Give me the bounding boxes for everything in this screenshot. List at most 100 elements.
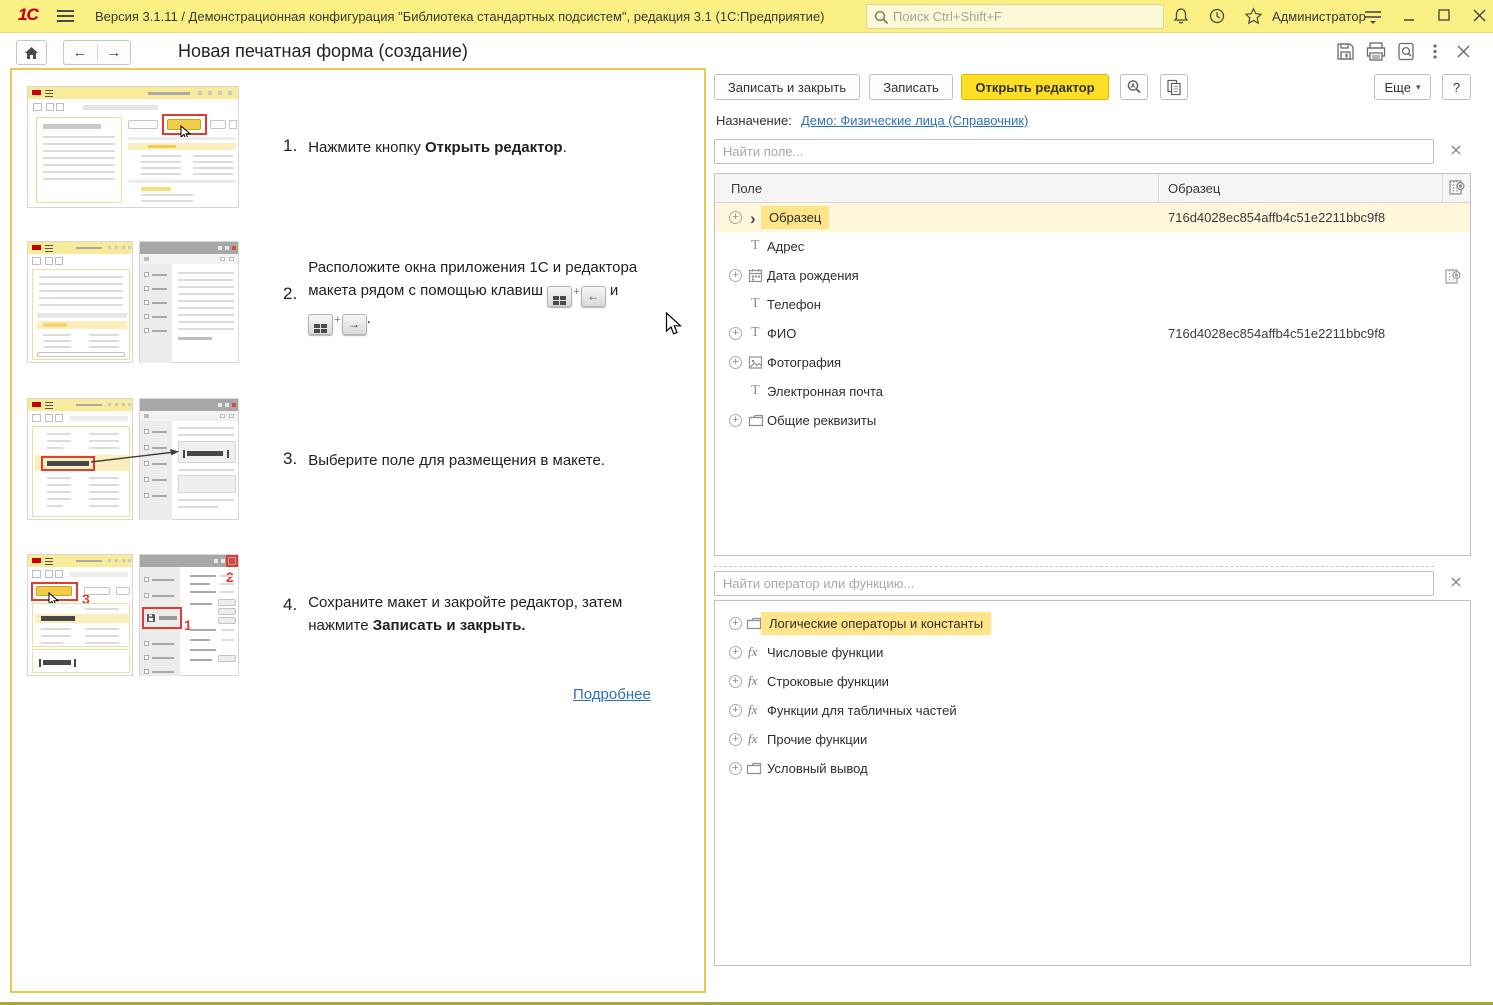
step-text-bold: Записать и закрыть. xyxy=(373,617,526,634)
table-settings-icon[interactable] xyxy=(1448,179,1466,200)
list-item[interactable]: Логические операторы и константы xyxy=(715,609,1470,638)
table-row[interactable]: Общие реквизиты xyxy=(715,406,1470,435)
highlight-box xyxy=(31,582,78,601)
step-text: Выберите поле для размещения в макете. xyxy=(308,449,700,472)
function-search-box xyxy=(714,571,1434,596)
function-group-name: Логические операторы и константы xyxy=(761,612,991,635)
more-details-link[interactable]: Подробнее xyxy=(573,686,651,703)
folder-icon xyxy=(746,616,762,630)
1c-logo-icon: 1С xyxy=(18,5,38,25)
column-header-field[interactable]: Поле xyxy=(731,181,762,196)
table-row[interactable]: Дата рождения xyxy=(715,261,1470,290)
copy-icon xyxy=(1166,79,1182,96)
expand-icon[interactable] xyxy=(729,762,742,775)
expand-icon[interactable] xyxy=(729,269,742,282)
save-button[interactable]: Записать xyxy=(869,74,953,100)
minimize-button[interactable] xyxy=(1398,6,1420,26)
fields-table-header: Поле Образец xyxy=(715,174,1470,203)
expand-icon[interactable] xyxy=(729,327,742,340)
favorites-star-icon[interactable] xyxy=(1244,7,1264,27)
field-name: ФИО xyxy=(767,326,796,341)
field-name: Телефон xyxy=(767,297,821,312)
text-type-icon xyxy=(751,238,760,254)
save-and-close-button[interactable]: Записать и закрыть xyxy=(714,74,860,100)
table-row[interactable]: ФИО 716d4028ec854affb4c51e2211bbc9f8 xyxy=(715,319,1470,348)
open-editor-button[interactable]: Открыть редактор xyxy=(961,74,1109,100)
expand-icon[interactable] xyxy=(729,704,742,717)
back-button[interactable]: ← xyxy=(64,44,98,61)
list-item[interactable]: Строковые функции xyxy=(715,667,1470,696)
more-commands-icon[interactable] xyxy=(1432,42,1442,64)
function-fx-icon xyxy=(748,644,757,660)
function-group-name: Функции для табличных частей xyxy=(767,703,957,718)
column-header-sample[interactable]: Образец xyxy=(1168,181,1220,196)
expand-icon[interactable] xyxy=(729,414,742,427)
list-item[interactable]: Прочие функции xyxy=(715,725,1470,754)
nav-group: ← → xyxy=(63,40,131,65)
step-1: 1. Нажмите кнопку Открыть редактор. xyxy=(283,136,700,159)
text-type-icon xyxy=(751,296,760,312)
step-number: 4. xyxy=(283,591,297,638)
image-icon xyxy=(748,355,763,370)
expand-icon[interactable] xyxy=(729,646,742,659)
functions-list: Логические операторы и константы Числовы… xyxy=(714,600,1471,966)
list-item[interactable]: Условный вывод xyxy=(715,754,1470,783)
step-3-thumbnail xyxy=(27,398,239,520)
search-icon xyxy=(874,10,889,25)
expand-icon[interactable] xyxy=(729,211,742,224)
notifications-bell-icon[interactable] xyxy=(1172,7,1192,27)
close-window-button[interactable] xyxy=(1468,6,1490,26)
list-item[interactable]: Числовые функции xyxy=(715,638,1470,667)
expand-icon[interactable] xyxy=(729,675,742,688)
folder-icon xyxy=(748,413,764,427)
pane-splitter[interactable] xyxy=(714,566,1434,567)
step-text-bold: Открыть редактор xyxy=(425,139,563,156)
instructions-panel: 3 xyxy=(10,68,706,993)
save-icon[interactable] xyxy=(1336,42,1358,64)
step-1-thumbnail xyxy=(27,86,239,208)
panel-toggle-icon[interactable] xyxy=(1363,9,1383,29)
more-menu-button[interactable]: Еще xyxy=(1374,74,1431,100)
clear-function-search-icon[interactable] xyxy=(1450,576,1466,592)
field-sample-value: 716d4028ec854affb4c51e2211bbc9f8 xyxy=(1168,210,1385,225)
main-menu-icon[interactable] xyxy=(57,10,74,25)
page-title: Новая печатная форма (создание) xyxy=(178,41,468,62)
help-button[interactable]: ? xyxy=(1442,74,1471,100)
current-user-label[interactable]: Администратор xyxy=(1272,9,1366,24)
table-row[interactable]: Телефон xyxy=(715,290,1470,319)
drag-arrow xyxy=(27,398,239,520)
maximize-button[interactable] xyxy=(1433,6,1455,26)
function-search-input[interactable] xyxy=(715,572,1433,595)
clear-field-search-icon[interactable] xyxy=(1450,144,1466,160)
win-key-icon xyxy=(308,314,333,335)
expand-icon[interactable] xyxy=(729,733,742,746)
print-preview-icon[interactable] xyxy=(1397,42,1419,64)
table-row[interactable]: Адрес xyxy=(715,232,1470,261)
pick-magnifier-button[interactable] xyxy=(1120,74,1148,100)
forward-button[interactable]: → xyxy=(98,44,131,61)
step-3: 3. Выберите поле для размещения в макете… xyxy=(283,449,700,472)
function-fx-icon xyxy=(748,731,757,747)
table-row[interactable]: Электронная почта xyxy=(715,377,1470,406)
step-4-thumbnail: 3 xyxy=(27,554,239,676)
step-2: 2. Расположите окна приложения 1С и реда… xyxy=(283,256,708,335)
history-icon[interactable] xyxy=(1208,7,1228,27)
print-icon[interactable] xyxy=(1366,42,1388,64)
field-name: Общие реквизиты xyxy=(767,413,876,428)
expand-icon[interactable] xyxy=(729,356,742,369)
copy-button[interactable] xyxy=(1160,74,1188,100)
assignment-link[interactable]: Демо: Физические лица (Справочник) xyxy=(801,113,1028,128)
close-form-icon[interactable] xyxy=(1456,42,1478,64)
expand-icon[interactable] xyxy=(729,617,742,630)
step-4: 4. Сохраните макет и закройте редактор, … xyxy=(283,591,700,638)
table-row[interactable]: Фотография xyxy=(715,348,1470,377)
left-arrow-key-icon: ← xyxy=(581,286,606,307)
assignment-label: Назначение: xyxy=(716,113,792,128)
table-row[interactable]: Образец 716d4028ec854affb4c51e2211bbc9f8 xyxy=(715,203,1470,232)
global-search-input[interactable] xyxy=(893,7,1158,26)
function-group-name: Числовые функции xyxy=(767,645,883,660)
row-settings-icon[interactable] xyxy=(1444,268,1462,291)
list-item[interactable]: Функции для табличных частей xyxy=(715,696,1470,725)
home-button[interactable] xyxy=(16,40,47,65)
field-search-input[interactable] xyxy=(715,140,1433,163)
